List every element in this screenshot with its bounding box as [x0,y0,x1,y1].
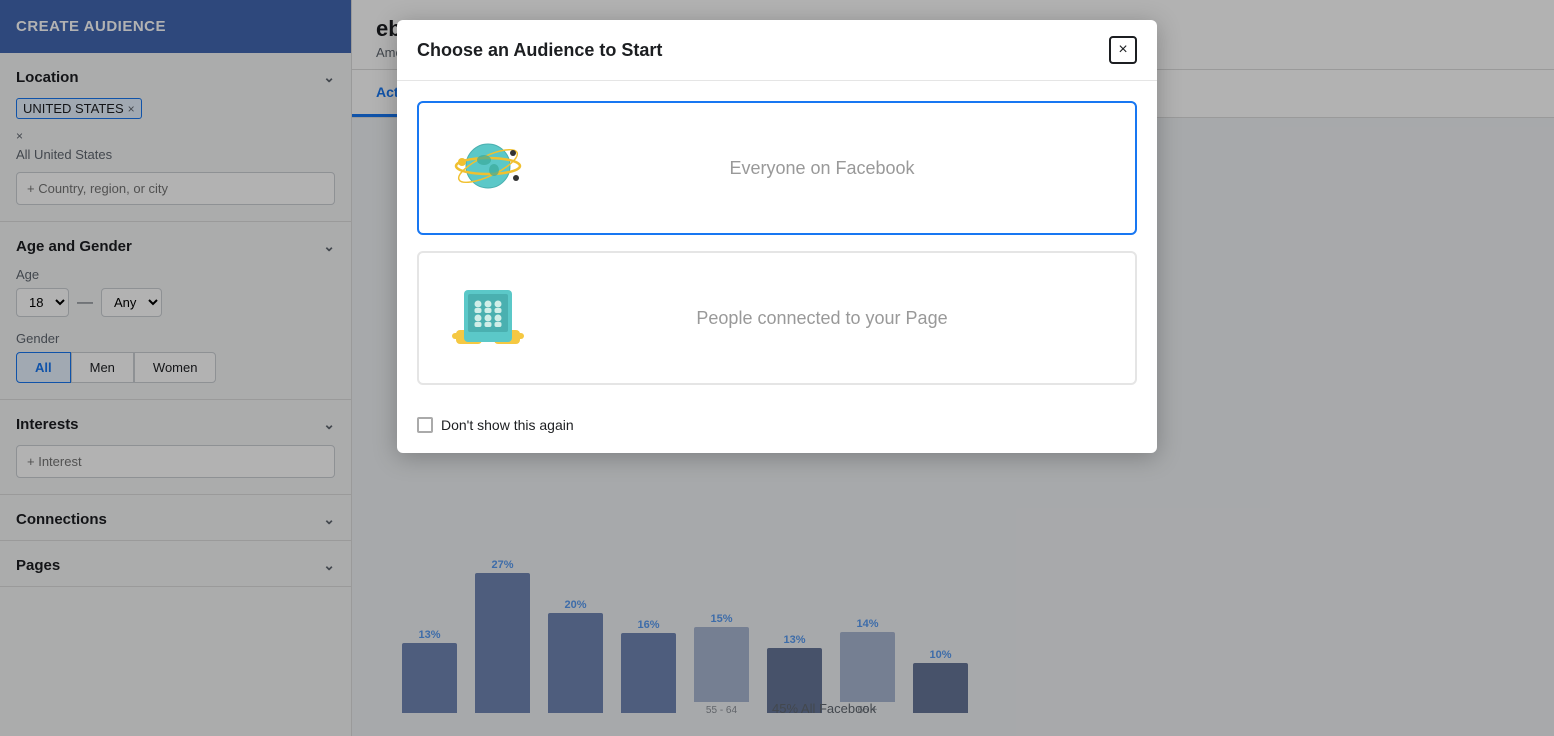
dont-show-checkbox[interactable] [417,417,433,433]
modal-header: Choose an Audience to Start × [397,20,1157,81]
modal-dialog: Choose an Audience to Start × [397,20,1157,453]
dont-show-checkbox-wrapper[interactable]: Don't show this again [417,417,574,433]
modal-title: Choose an Audience to Start [417,40,662,61]
modal-body: Everyone on Facebook [397,81,1157,405]
modal-footer: Don't show this again [397,405,1157,453]
modal-overlay: Choose an Audience to Start × [0,0,1554,736]
dont-show-label: Don't show this again [441,417,574,433]
everyone-facebook-label: Everyone on Facebook [533,158,1111,179]
modal-close-button[interactable]: × [1109,36,1137,64]
globe-icon [443,123,533,213]
people-connected-label: People connected to your Page [533,308,1111,329]
everyone-facebook-card[interactable]: Everyone on Facebook [417,101,1137,235]
tablet-people-icon [443,273,533,363]
close-icon: × [1118,41,1127,59]
people-connected-card[interactable]: People connected to your Page [417,251,1137,385]
